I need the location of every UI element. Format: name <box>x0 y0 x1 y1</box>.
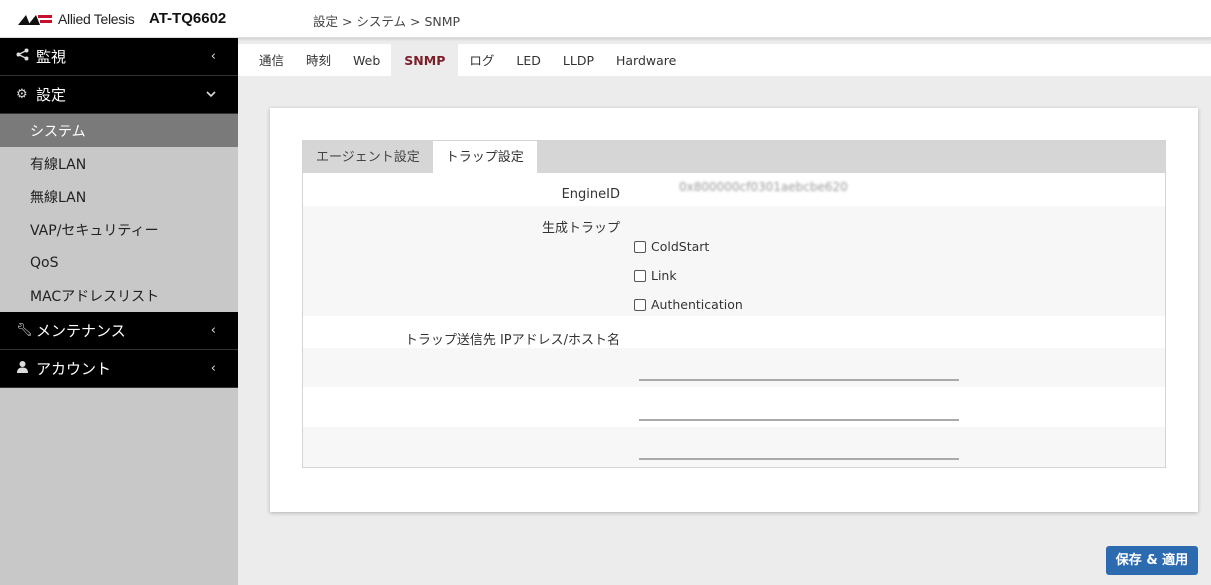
allied-telesis-logo-icon <box>18 15 52 25</box>
sidebar-section-settings[interactable]: ⚙ 設定 <box>0 76 238 114</box>
tab-communication[interactable]: 通信 <box>248 44 295 76</box>
sidebar-item-mac-address-list[interactable]: MACアドレスリスト <box>0 279 238 312</box>
brand-name: Allied Telesis <box>58 11 135 27</box>
device-model: AT-TQ6602 <box>149 10 227 27</box>
subtab-agent-settings[interactable]: エージェント設定 <box>303 141 433 173</box>
sidebar-item-qos[interactable]: QoS <box>0 246 238 279</box>
chevron-left-icon: ‹ <box>210 323 216 338</box>
sidebar-item-system[interactable]: システム <box>0 114 238 147</box>
link-checkbox[interactable]: Link <box>634 268 677 283</box>
sidebar-item-vap-security[interactable]: VAP/セキュリティー <box>0 213 238 246</box>
brand-logo: Allied Telesis <box>18 11 135 27</box>
gear-icon: ⚙ <box>16 87 28 102</box>
checkbox-label: Link <box>651 268 677 283</box>
tab-hardware[interactable]: Hardware <box>605 44 687 76</box>
checkbox-label: Authentication <box>651 297 743 312</box>
generated-traps-row: 生成トラップ ColdStart Link Authentication <box>303 206 1165 316</box>
checkbox-box[interactable] <box>634 269 646 282</box>
tab-web[interactable]: Web <box>342 44 391 76</box>
trap-destination-input-3[interactable] <box>639 458 959 460</box>
subtab-trap-settings[interactable]: トラップ設定 <box>432 141 537 173</box>
sidebar-section-account[interactable]: アカウント ‹ <box>0 350 238 388</box>
trap-destination-row-3 <box>303 427 1165 467</box>
checkbox-box[interactable] <box>634 298 646 311</box>
engine-id-label: EngineID <box>561 187 620 202</box>
chevron-left-icon: ‹ <box>210 361 216 376</box>
engine-id-row: EngineID 0x800000cf0301aebcbe620 <box>303 173 1165 206</box>
settings-tabs: 通信 時刻 Web SNMP ログ LED LLDP Hardware <box>238 44 1211 76</box>
chevron-left-icon: ‹ <box>210 49 216 64</box>
tab-snmp[interactable]: SNMP <box>391 44 459 76</box>
trap-destination-input-1[interactable] <box>639 379 959 381</box>
chevron-down-icon <box>206 87 216 102</box>
wrench-icon: 🔧︎ <box>16 323 33 338</box>
sidebar-section-monitor[interactable]: 監視 ‹ <box>0 38 238 76</box>
engine-id-value: 0x800000cf0301aebcbe620 <box>679 180 848 194</box>
coldstart-checkbox[interactable]: ColdStart <box>634 239 709 254</box>
save-apply-button[interactable]: 保存 & 適用 <box>1106 546 1198 575</box>
trap-destination-row-2 <box>303 387 1165 427</box>
checkbox-box[interactable] <box>634 240 646 253</box>
sidebar-section-label: 設定 <box>36 86 67 104</box>
authentication-checkbox[interactable]: Authentication <box>634 297 743 312</box>
tab-log[interactable]: ログ <box>458 44 505 76</box>
trap-destination-label: トラップ送信先 IPアドレス/ホスト名 <box>404 333 620 348</box>
sidebar: 監視 ‹ ⚙ 設定 システム 有線LAN 無線LAN VAP/セキュリティー Q… <box>0 38 238 585</box>
sidebar-item-wireless-lan[interactable]: 無線LAN <box>0 180 238 213</box>
tab-lldp[interactable]: LLDP <box>552 44 605 76</box>
sidebar-item-wired-lan[interactable]: 有線LAN <box>0 147 238 180</box>
sidebar-section-maintenance[interactable]: 🔧︎ メンテナンス ‹ <box>0 312 238 350</box>
generated-traps-label: 生成トラップ <box>541 221 620 236</box>
sidebar-section-label: メンテナンス <box>36 322 126 340</box>
trap-destination-row-1 <box>303 348 1165 387</box>
trap-settings-panel: エージェント設定 トラップ設定 EngineID 0x800000cf0301a… <box>302 140 1166 468</box>
snmp-subtabs: エージェント設定 トラップ設定 <box>303 141 1165 173</box>
sidebar-section-label: 監視 <box>36 48 67 66</box>
top-header: Allied Telesis AT-TQ6602 設定 > システム > SNM… <box>0 0 1211 38</box>
trap-destination-label-row: トラップ送信先 IPアドレス/ホスト名 <box>303 316 1165 348</box>
checkbox-label: ColdStart <box>651 239 710 254</box>
trap-destination-input-2[interactable] <box>639 419 959 421</box>
user-icon <box>16 360 32 377</box>
snmp-card: エージェント設定 トラップ設定 EngineID 0x800000cf0301a… <box>270 108 1198 512</box>
share-icon <box>16 48 32 65</box>
sidebar-section-label: アカウント <box>36 360 112 378</box>
tab-led[interactable]: LED <box>505 44 552 76</box>
tab-time[interactable]: 時刻 <box>295 44 342 76</box>
breadcrumb: 設定 > システム > SNMP <box>313 14 461 29</box>
